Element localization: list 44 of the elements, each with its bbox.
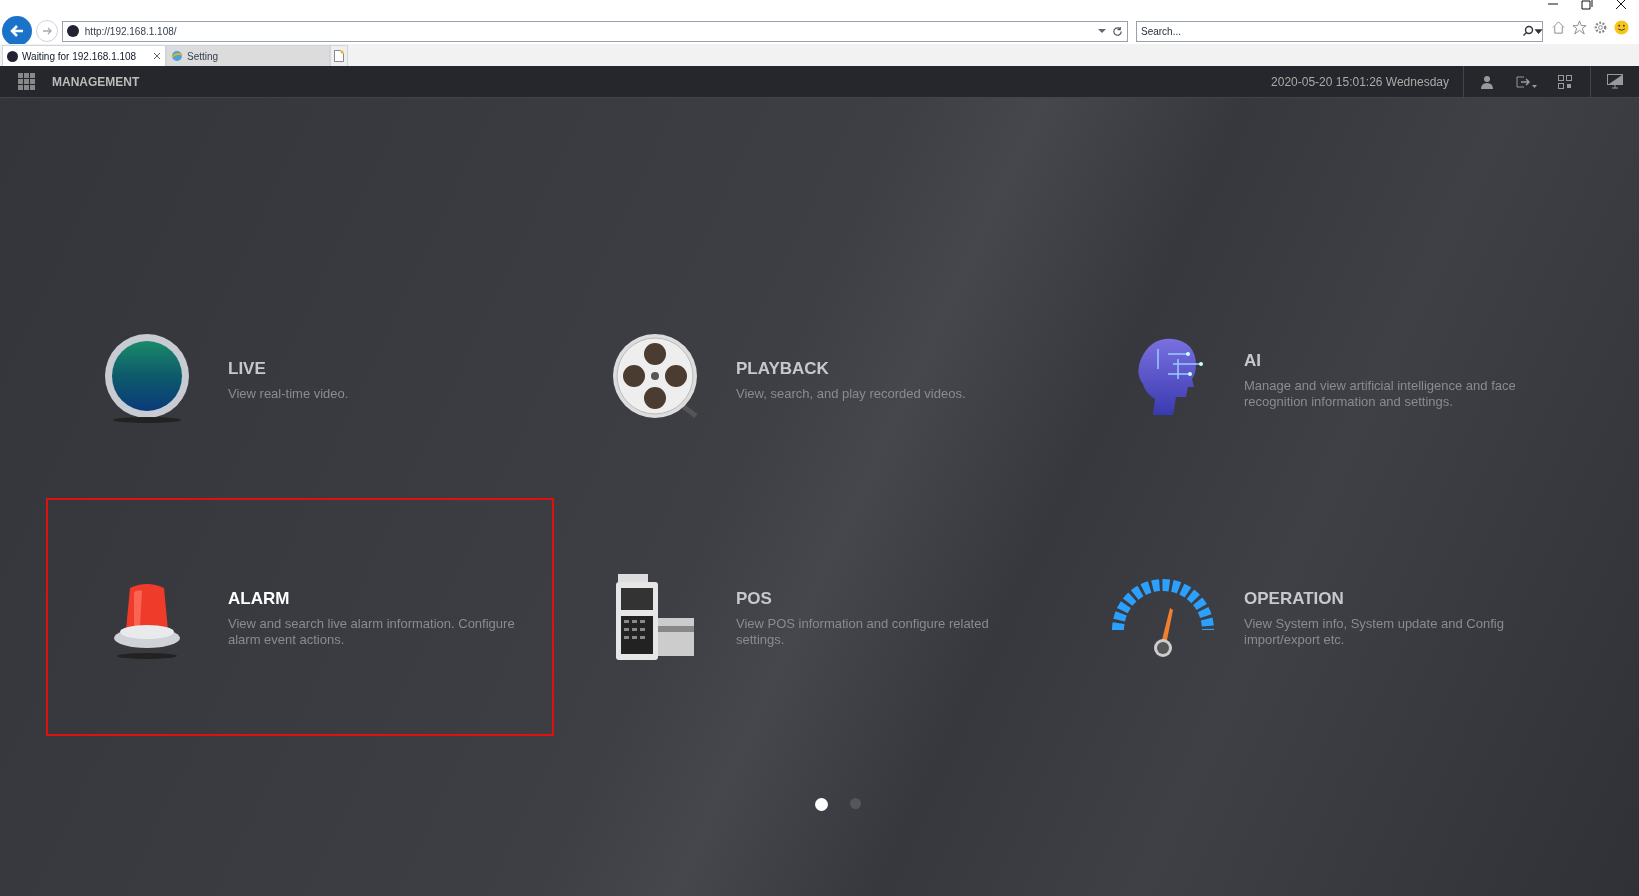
tile-title: OPERATION — [1244, 587, 1345, 610]
settings-icon[interactable] — [1593, 19, 1608, 35]
date-time: 2020-05-20 15:01:26 Wednesday — [1271, 65, 1464, 98]
tile-title: PLAYBACK — [736, 357, 830, 380]
browser-tab[interactable]: Setting — [166, 45, 330, 66]
browser-tab[interactable]: Waiting for 192.168.1.108 — [2, 45, 166, 66]
menu-tile[interactable]: LIVE View real-time video. — [46, 260, 554, 498]
address-text: http://192.168.1.108/ — [84, 24, 178, 39]
new-tab-button[interactable] — [330, 45, 348, 66]
monitor-icon[interactable] — [1607, 74, 1623, 89]
back-button[interactable] — [2, 16, 32, 46]
restore-icon[interactable] — [1581, 0, 1593, 10]
globe-icon — [171, 50, 183, 62]
right-arrow-icon — [40, 25, 53, 37]
refresh-icon[interactable] — [1112, 25, 1123, 37]
menu-tile[interactable]: ALARM View and search live alarm information. Configure alarm event actions. — [46, 498, 554, 736]
tile-description: View System info, System update and Config import/export etc. — [1244, 616, 1505, 649]
tile-description: View real-time video. — [228, 386, 349, 403]
new-page-icon — [334, 50, 344, 62]
tile-description: View, search, and play recorded videos. — [736, 386, 966, 403]
site-icon — [7, 50, 18, 62]
tile-description: View POS information and configure related settings. — [736, 616, 990, 649]
smiley-icon[interactable] — [1614, 19, 1629, 35]
logout-icon[interactable] — [1516, 74, 1538, 89]
menu-tile[interactable]: OPERATION View System info, System update and Config import/export etc. — [1062, 498, 1570, 736]
user-icon[interactable] — [1480, 74, 1494, 89]
tile-title: AI — [1244, 349, 1262, 372]
site-icon — [66, 25, 79, 37]
tile-title: ALARM — [228, 587, 291, 610]
tile-description: Manage and view artificial intelligence and face recognition information and settings. — [1244, 378, 1517, 411]
apps-grid-icon[interactable] — [18, 73, 35, 90]
monitor-lens-icon — [102, 334, 192, 424]
star-icon[interactable] — [1572, 19, 1587, 35]
menu-tile[interactable]: AI Manage and view artificial intelligence and face recognition information and settings. — [1062, 260, 1570, 498]
address-bar[interactable]: http://192.168.1.108/ — [61, 20, 1128, 42]
qr-code-icon[interactable] — [1558, 74, 1572, 89]
dropdown-icon[interactable] — [1098, 28, 1106, 34]
menu-tile[interactable]: POS View POS information and configure related settings. — [554, 498, 1062, 736]
tile-title: POS — [736, 587, 773, 610]
close-icon[interactable] — [1615, 0, 1627, 10]
menu-tile[interactable]: PLAYBACK View, search, and play recorded videos. — [554, 260, 1062, 498]
tile-title: LIVE — [228, 357, 267, 380]
tile-description: View and search live alarm information. Configure alarm event actions. — [228, 616, 516, 649]
header-title: MANAGEMENT — [52, 73, 140, 91]
